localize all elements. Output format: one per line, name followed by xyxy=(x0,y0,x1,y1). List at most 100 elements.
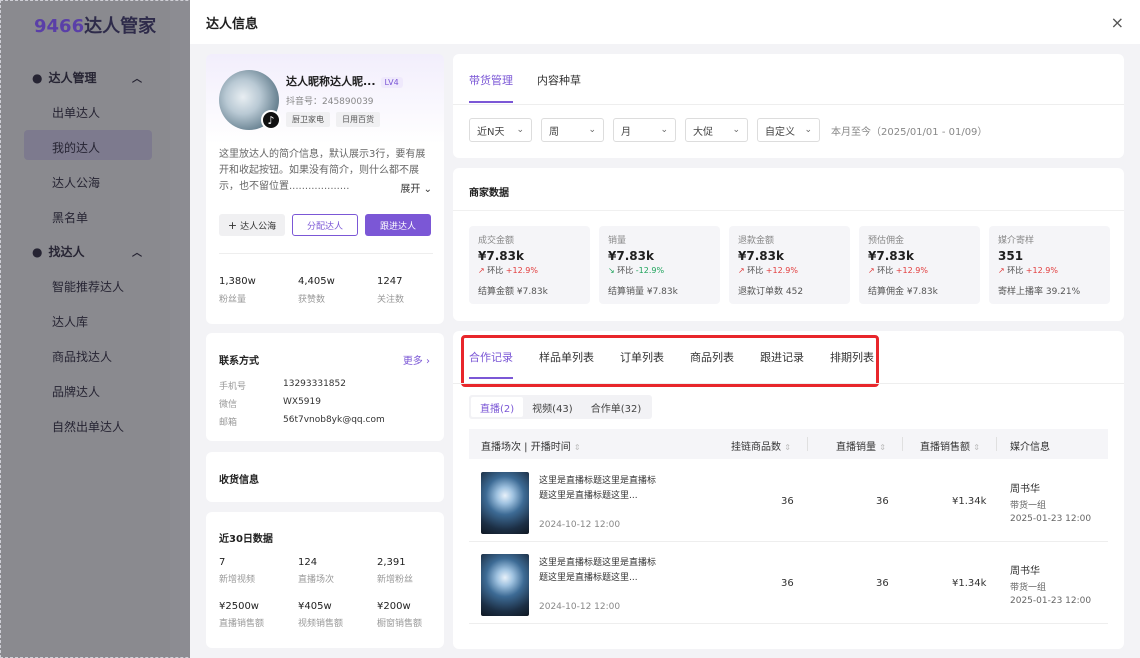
tab-orders[interactable]: 订单列表 xyxy=(620,349,664,379)
follow-talent-button[interactable]: 跟进达人 xyxy=(365,214,431,236)
sidebar-item-natural-order[interactable]: 自然出单达人 xyxy=(52,418,124,435)
select-recent-n-days[interactable]: 近N天 ⌄ xyxy=(469,118,532,142)
merchant-title: 商家数据 xyxy=(469,188,509,199)
stat-new-fans: 2,391 新增粉丝 xyxy=(377,557,414,585)
contact-email: 邮箱 56t7vnob8yk@qq.com xyxy=(219,415,385,428)
column-header-live-sales[interactable]: 直播销量 ⇕ xyxy=(836,438,886,453)
sidebar-item-order-talent[interactable]: 出单达人 xyxy=(52,104,100,121)
tab-sales-management[interactable]: 带货管理 xyxy=(469,72,513,103)
records-card: 合作记录 样品单列表 订单列表 商品列表 跟进记录 排期列表 直播(2) 视频(… xyxy=(453,331,1124,649)
stat-new-videos: 7 新增视频 xyxy=(219,557,256,585)
sidebar-group-talent-manage[interactable]: ● 达人管理 ︿ xyxy=(32,69,142,86)
select-custom[interactable]: 自定义 ⌄ xyxy=(757,118,820,142)
sidebar-item-brand-talent[interactable]: 品牌达人 xyxy=(52,383,100,400)
talent-info-modal: 达人信息 × ♪ 达人昵称达人昵... LV4 抖音号：245890039 厨卫家… xyxy=(190,0,1140,658)
tab-cooperation-records[interactable]: 合作记录 xyxy=(469,349,513,379)
select-month[interactable]: 月 ⌄ xyxy=(613,118,676,142)
douyin-id: 抖音号：245890039 xyxy=(286,97,374,107)
close-icon[interactable]: × xyxy=(1111,13,1124,32)
stat-fans: 1,380w 粉丝量 xyxy=(219,276,256,305)
record-tabs: 合作记录 样品单列表 订单列表 商品列表 跟进记录 排期列表 xyxy=(469,349,874,379)
user-icon: ● xyxy=(32,70,43,85)
contact-title: 联系方式 xyxy=(219,356,259,367)
tiktok-icon: ♪ xyxy=(261,110,281,130)
chevron-up-icon: ︿ xyxy=(132,248,142,259)
tab-schedule[interactable]: 排期列表 xyxy=(830,349,874,379)
sort-icon: ⇕ xyxy=(973,443,980,452)
sort-icon: ⇕ xyxy=(784,443,791,452)
sidebar-item-talent-library[interactable]: 达人库 xyxy=(52,313,88,330)
subtab-live[interactable]: 直播(2) xyxy=(471,397,524,417)
arrow-up-icon: ↗ xyxy=(868,266,875,275)
column-header-live-session[interactable]: 直播场次 | 开播时间 ⇕ xyxy=(481,438,581,453)
tab-sample-orders[interactable]: 样品单列表 xyxy=(539,349,594,379)
sidebar-item-blacklist[interactable]: 黑名单 xyxy=(52,209,88,226)
live-thumbnail[interactable] xyxy=(481,554,529,616)
plus-icon: + xyxy=(227,218,238,232)
contact-more-link[interactable]: 更多 › xyxy=(403,352,430,367)
metric-samples: 媒介寄样 351 ↗ 环比 +12.9% 寄样上播率 39.21% xyxy=(989,226,1110,304)
arrow-up-icon: ↗ xyxy=(478,266,485,275)
category-tags: 厨卫家电 日用百货 xyxy=(286,112,380,127)
subtab-video[interactable]: 视频(43) xyxy=(523,397,582,417)
table-row[interactable]: 这里是直播标题这里是直播标题这里是直播标题这里... 2024-10-12 12… xyxy=(469,542,1108,624)
contact-card: 联系方式 更多 › 手机号 13293331852 微信 WX5919 邮箱 56t7… xyxy=(206,333,444,441)
tab-products[interactable]: 商品列表 xyxy=(690,349,734,379)
subtab-cooperation-orders[interactable]: 合作单(32) xyxy=(582,397,651,417)
level-badge: LV4 xyxy=(380,77,403,88)
arrow-down-icon: ↘ xyxy=(608,266,615,275)
chevron-down-icon: ⌄ xyxy=(516,125,524,135)
modal-header: 达人信息 × xyxy=(190,0,1140,44)
stat-live-sessions: 124 直播场次 xyxy=(298,557,335,585)
add-to-public-pool-button[interactable]: + 达人公海 xyxy=(219,214,285,236)
live-thumbnail[interactable] xyxy=(481,472,529,534)
divider xyxy=(453,210,1124,211)
stat-following: 1247 关注数 xyxy=(377,276,405,305)
media-group: 带货一组 xyxy=(1010,501,1047,511)
media-group: 带货一组 xyxy=(1010,583,1047,593)
sort-icon: ⇕ xyxy=(573,443,581,452)
shipping-title: 收货信息 xyxy=(219,475,259,486)
contact-phone: 手机号 13293331852 xyxy=(219,379,346,392)
chevron-down-icon: ⌄ xyxy=(732,125,740,135)
table-row[interactable]: 这里是直播标题这里是直播标题这里是直播标题这里... 2024-10-12 12… xyxy=(469,460,1108,542)
management-tabs-card: 带货管理 内容种草 近N天 ⌄ 周 ⌄ 月 ⌄ 大促 ⌄ 自定义 ⌄ 本月至今（2025/… xyxy=(453,54,1124,158)
chevron-down-icon: ⌄ xyxy=(660,125,668,135)
tab-follow-records[interactable]: 跟进记录 xyxy=(760,349,804,379)
metric-sales: 销量 ¥7.83k ↘ 环比 -12.9% 结算销量 ¥7.83k xyxy=(599,226,720,304)
column-separator xyxy=(902,437,903,451)
arrow-up-icon: ↗ xyxy=(998,266,1005,275)
media-name: 周书华 xyxy=(1010,484,1040,495)
talent-name: 达人昵称达人昵... LV4 xyxy=(286,73,403,89)
sidebar-item-my-talent[interactable]: 我的达人 xyxy=(52,139,100,156)
stat-video-revenue: ¥405w 视频销售额 xyxy=(298,601,344,629)
app-logo: 9466达人管家 xyxy=(34,16,157,37)
live-title[interactable]: 这里是直播标题这里是直播标题这里是直播标题这里... xyxy=(539,474,664,504)
sidebar-group-find-talent[interactable]: ● 找达人 ︿ xyxy=(32,243,142,260)
media-name: 周书华 xyxy=(1010,566,1040,577)
profile-card: ♪ 达人昵称达人昵... LV4 抖音号：245890039 厨卫家电 日用百货 … xyxy=(206,54,444,324)
media-date: 2025-01-23 12:00 xyxy=(1010,596,1092,606)
live-title[interactable]: 这里是直播标题这里是直播标题这里是直播标题这里... xyxy=(539,556,664,586)
thirty-day-title: 近30日数据 xyxy=(219,534,273,545)
select-promotion[interactable]: 大促 ⌄ xyxy=(685,118,748,142)
arrow-up-icon: ↗ xyxy=(738,266,745,275)
column-separator xyxy=(807,437,808,451)
sidebar-item-talent-pool[interactable]: 达人公海 xyxy=(52,174,100,191)
shipping-card: 收货信息 xyxy=(206,452,444,502)
live-start-time: 2024-10-12 12:00 xyxy=(539,602,621,612)
column-header-live-revenue[interactable]: 直播销售额 ⇕ xyxy=(920,438,980,453)
tab-content-seeding[interactable]: 内容种草 xyxy=(537,72,581,103)
sidebar-item-product-find[interactable]: 商品找达人 xyxy=(52,348,112,365)
media-date: 2025-01-23 12:00 xyxy=(1010,514,1092,524)
linked-items-count: 36 xyxy=(781,578,794,589)
column-header-linked-items[interactable]: 挂链商品数 ⇕ xyxy=(731,438,791,453)
sidebar-item-smart-recommend[interactable]: 智能推荐达人 xyxy=(52,278,124,295)
chevron-down-icon: ⌄ xyxy=(588,125,596,135)
assign-talent-button[interactable]: 分配达人 xyxy=(292,214,358,236)
contact-wechat: 微信 WX5919 xyxy=(219,397,321,410)
merchant-data-card: 商家数据 成交金额 ¥7.83k ↗ 环比 +12.9% 结算金额 ¥7.83k… xyxy=(453,168,1124,321)
live-sales-count: 36 xyxy=(876,578,889,589)
select-week[interactable]: 周 ⌄ xyxy=(541,118,604,142)
expand-button[interactable]: 展开 ⌄ xyxy=(396,180,432,195)
